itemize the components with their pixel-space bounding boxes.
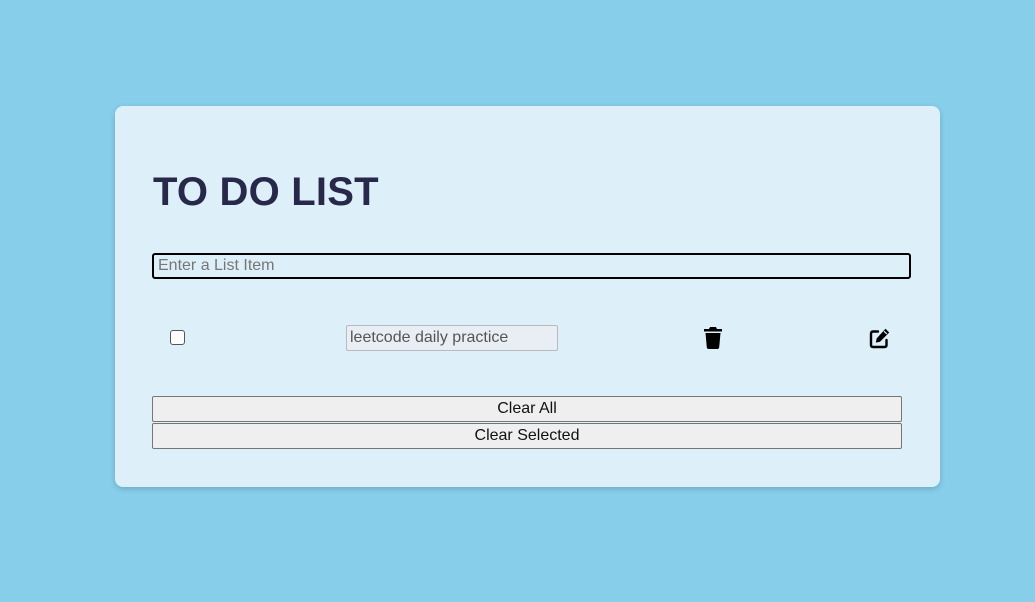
list-item: leetcode daily practice	[152, 322, 911, 354]
trash-icon[interactable]	[701, 326, 725, 350]
new-item-input[interactable]	[152, 253, 911, 279]
todo-text-field[interactable]: leetcode daily practice	[346, 325, 558, 351]
todo-card: TO DO LIST leetcode daily practice Clear…	[115, 106, 940, 487]
edit-icon[interactable]	[867, 326, 891, 350]
clear-all-button[interactable]: Clear All	[152, 396, 902, 422]
clear-selected-button[interactable]: Clear Selected	[152, 423, 902, 449]
page-title: TO DO LIST	[153, 170, 379, 214]
todo-checkbox[interactable]	[170, 330, 185, 345]
